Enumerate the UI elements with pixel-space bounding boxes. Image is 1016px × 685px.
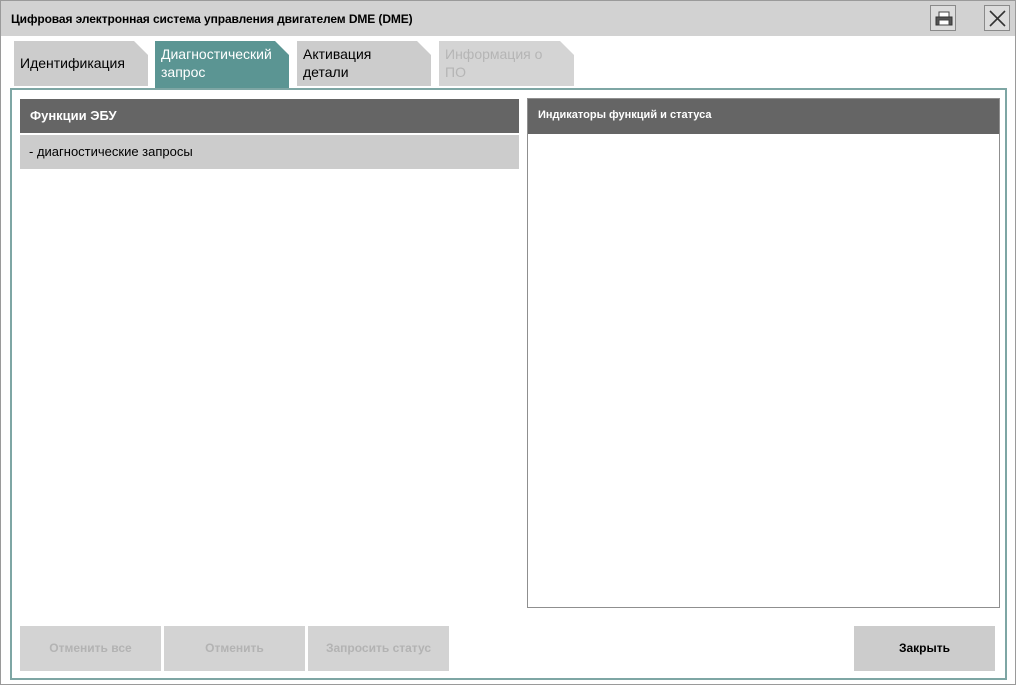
cancel-button[interactable]: Отменить — [164, 626, 305, 671]
list-item[interactable]: - диагностические запросы — [20, 135, 519, 169]
close-button[interactable]: Закрыть — [854, 626, 995, 671]
dialog-window: Цифровая электронная система управления … — [0, 0, 1016, 685]
tab-label-line2: ПО — [445, 64, 466, 80]
window-title: Цифровая электронная система управления … — [11, 12, 413, 26]
status-indicators-panel: Индикаторы функций и статуса — [527, 98, 1000, 608]
tab-part-activation[interactable]: Активация детали — [297, 41, 431, 86]
tab-content: Функции ЭБУ - диагностические запросы Ин… — [10, 88, 1007, 680]
tab-label-line1: Информация о — [445, 46, 543, 62]
status-indicators-header: Индикаторы функций и статуса — [528, 99, 999, 134]
close-window-button[interactable] — [984, 5, 1010, 31]
tab-label: Идентификация — [20, 55, 125, 71]
tab-diagnostic-request[interactable]: Диагностический запрос — [155, 41, 289, 88]
tab-label-line2: детали — [303, 64, 349, 80]
request-status-button[interactable]: Запросить статус — [308, 626, 449, 671]
print-icon — [935, 11, 953, 26]
tab-label-line1: Активация — [303, 46, 372, 62]
close-icon — [989, 10, 1006, 27]
title-bar: Цифровая электронная система управления … — [1, 1, 1015, 36]
ecu-functions-header: Функции ЭБУ — [20, 99, 519, 133]
tab-label-line1: Диагностический — [161, 46, 272, 62]
tab-label-line2: запрос — [161, 64, 206, 80]
cancel-all-button[interactable]: Отменить все — [20, 626, 161, 671]
tab-software-info: Информация о ПО — [439, 41, 574, 86]
print-button[interactable] — [930, 5, 956, 31]
tab-identification[interactable]: Идентификация — [14, 41, 148, 86]
